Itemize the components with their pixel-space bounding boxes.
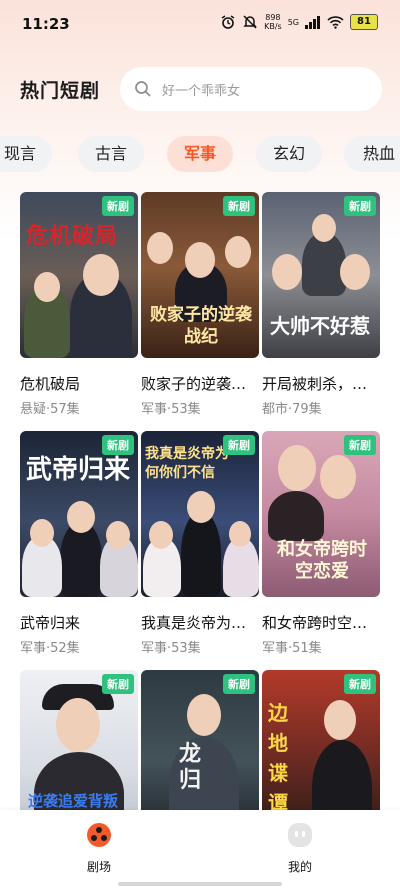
drama-title: 危机破局 (20, 375, 81, 393)
new-badge: 新剧 (102, 674, 134, 694)
poster-face (225, 236, 251, 268)
page-title: 热门短剧 (20, 80, 101, 102)
drama-poster: 新剧 败家子的逆袭战纪 (141, 192, 259, 358)
nav-mine[interactable]: 我的 (270, 822, 330, 875)
alarm-icon (221, 15, 235, 29)
status-icons: 898 KB/s 5G 81 (220, 13, 378, 31)
speed-unit: KB/s (264, 22, 282, 31)
new-badge: 新剧 (344, 196, 376, 216)
drama-meta: 悬疑·57集 (20, 402, 80, 417)
drama-card[interactable]: 新剧 败家子的逆袭战纪 败家子的逆袭… 军事·53集 (141, 192, 259, 417)
drama-poster: 新剧 危机破局 (20, 192, 138, 358)
poster-face (30, 519, 54, 547)
drama-meta: 军事·51集 (262, 641, 322, 656)
poster-face (272, 254, 302, 290)
mute-bell-icon (243, 15, 257, 29)
drama-meta: 都市·79集 (262, 402, 322, 417)
network-speed: 898 KB/s (264, 13, 282, 31)
poster-face (187, 491, 215, 523)
search-icon (135, 81, 151, 97)
drama-poster: 新剧 和女帝跨时空恋爱 (262, 431, 380, 597)
drama-card[interactable]: 新剧 和女帝跨时空恋爱 和女帝跨时空… 军事·51集 (262, 431, 380, 656)
poster-title: 逆袭追爱背叛 (28, 792, 119, 810)
drama-title: 败家子的逆袭… (141, 375, 247, 393)
tab-guyan[interactable]: 古言 (78, 136, 144, 172)
search-input[interactable]: 好一个乖乖女 (120, 67, 382, 111)
nav-mine-label: 我的 (287, 860, 312, 874)
drama-title: 开局被刺杀，… (262, 375, 368, 393)
drama-title: 我真是炎帝为… (141, 614, 247, 632)
poster-face (56, 698, 100, 752)
new-badge: 新剧 (223, 196, 255, 216)
drama-poster: 新剧 大帅不好惹 (262, 192, 380, 358)
poster-face (278, 445, 316, 491)
drama-meta: 军事·53集 (141, 641, 201, 656)
poster-face (185, 242, 215, 278)
poster-face (320, 455, 356, 499)
wifi-icon (327, 15, 344, 29)
category-tabs: 现言 古言 军事 玄幻 热血 (0, 136, 400, 174)
search-placeholder: 好一个乖乖女 (162, 83, 241, 99)
poster-face (147, 232, 173, 264)
new-badge: 新剧 (102, 196, 134, 216)
tab-rexue[interactable]: 热血 (344, 136, 400, 172)
new-badge: 新剧 (223, 674, 255, 694)
theater-icon (87, 823, 111, 847)
battery-indicator: 81 (350, 14, 378, 30)
poster-figure (181, 511, 221, 597)
poster-face (106, 521, 130, 549)
drama-poster: 新剧 我真是炎帝为何你们不信 (141, 431, 259, 597)
drama-poster: 新剧 武帝归来 (20, 431, 138, 597)
drama-card[interactable]: 新剧 我真是炎帝为何你们不信 我真是炎帝为… 军事·53集 (141, 431, 259, 656)
app-header: 热门短剧 好一个乖乖女 (0, 66, 400, 112)
poster-title: 边地谍谭 (268, 701, 288, 815)
new-badge: 新剧 (344, 435, 376, 455)
drama-grid: 新剧 危机破局 危机破局 悬疑·57集 新剧 败家子的逆袭战纪 败家子的逆袭… … (0, 0, 400, 889)
new-badge: 新剧 (102, 435, 134, 455)
poster-title: 危机破局 (26, 224, 119, 249)
speed-value: 898 (265, 13, 281, 22)
drama-title: 和女帝跨时空… (262, 614, 368, 632)
poster-face (324, 700, 356, 740)
tab-xianyan[interactable]: 现言 (0, 136, 52, 172)
drama-meta: 军事·53集 (141, 402, 201, 417)
poster-title: 大帅不好惹 (270, 314, 370, 338)
status-bar: 11:23 898 KB/s 5G 81 (0, 0, 400, 48)
drama-card[interactable]: 新剧 危机破局 危机破局 悬疑·57集 (20, 192, 138, 417)
poster-title: 龙归 (179, 742, 202, 793)
nav-theater-label: 剧场 (86, 860, 111, 874)
poster-title: 败家子的逆袭战纪 (150, 305, 252, 347)
poster-face (187, 694, 221, 736)
poster-face (312, 214, 336, 242)
nav-theater[interactable]: 剧场 (69, 822, 129, 875)
tab-junshi[interactable]: 军事 (167, 136, 233, 172)
poster-face (340, 254, 370, 290)
tab-xuanhuan[interactable]: 玄幻 (256, 136, 322, 172)
poster-figure (268, 491, 324, 541)
new-badge: 新剧 (223, 435, 255, 455)
signal-icon (305, 15, 320, 29)
status-time: 11:23 (22, 15, 70, 33)
poster-face (83, 254, 119, 296)
drama-card[interactable]: 新剧 大帅不好惹 开局被刺杀，… 都市·79集 (262, 192, 380, 417)
drama-meta: 军事·52集 (20, 641, 80, 656)
bottom-nav: 剧场 我的 (0, 810, 400, 889)
poster-face (229, 521, 251, 547)
poster-face (34, 272, 60, 302)
poster-face (67, 501, 95, 533)
home-indicator (118, 882, 282, 886)
poster-title: 和女帝跨时空恋爱 (277, 539, 367, 582)
profile-icon (288, 823, 312, 847)
new-badge: 新剧 (344, 674, 376, 694)
network-type: 5G (287, 17, 299, 27)
drama-title: 武帝归来 (20, 614, 81, 632)
drama-card[interactable]: 新剧 武帝归来 武帝归来 军事·52集 (20, 431, 138, 656)
poster-face (149, 521, 173, 549)
